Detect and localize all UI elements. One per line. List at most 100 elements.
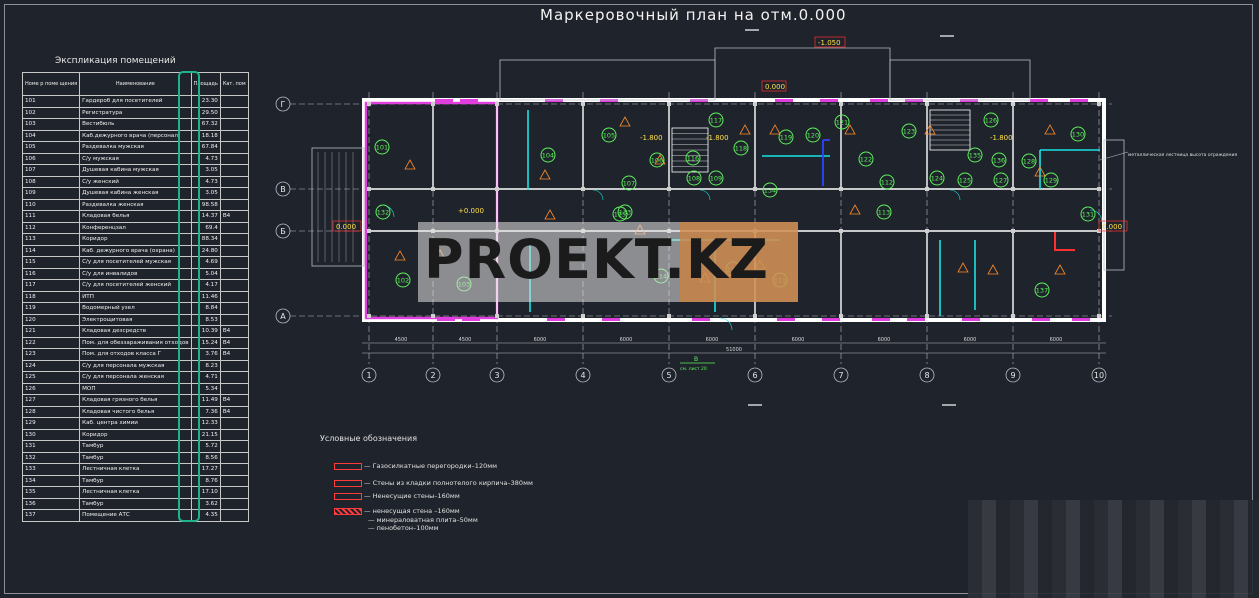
dimension-span: 6000	[534, 337, 547, 343]
room-label: 108	[688, 174, 700, 182]
column	[667, 102, 671, 106]
section-mark: В	[694, 356, 698, 363]
blurred-stamp	[968, 500, 1259, 598]
room-label: 113	[878, 208, 890, 216]
legend-swatch	[334, 462, 362, 470]
window-bottom	[907, 318, 925, 321]
legend-text: — ненесущая стена –160мм	[364, 507, 460, 515]
legend-text: — Газосилкатные перегородки–120мм	[364, 462, 498, 470]
category-triangle-icon	[404, 159, 416, 170]
column	[839, 102, 843, 106]
column	[925, 187, 929, 191]
room-label: 136	[993, 156, 1005, 164]
door-swing	[592, 189, 604, 201]
elevation-ramp: 0.000	[765, 83, 785, 91]
room-label: 122	[860, 155, 872, 163]
elevation-mid: -1.800	[706, 134, 729, 142]
window-bottom	[822, 318, 840, 321]
window-top	[820, 99, 838, 102]
grid-axis-number: 3	[494, 371, 499, 380]
column	[431, 102, 435, 106]
category-triangle-icon	[739, 124, 751, 135]
legend-item: — Газосилкатные перегородки–120мм	[334, 462, 497, 470]
room-label: 137	[1036, 286, 1048, 294]
room-label: 109	[710, 174, 722, 182]
column	[1011, 187, 1015, 191]
legend-item: — Стены из кладки полнотелого кирпича–38…	[334, 479, 533, 487]
room-label: 127	[995, 176, 1007, 184]
category-triangle-icon	[394, 250, 406, 261]
column	[431, 187, 435, 191]
category-triangle-icon	[987, 264, 999, 275]
elevation-stair-left: -1.800	[640, 134, 663, 142]
room-label: 123	[903, 127, 915, 135]
window-top	[545, 99, 563, 102]
column	[495, 314, 499, 318]
category-triangle-icon	[957, 262, 969, 273]
elevation-entrance-right: 0.000	[1102, 223, 1122, 231]
room-label: 125	[959, 176, 971, 184]
column	[431, 314, 435, 318]
window-bottom	[1072, 318, 1090, 321]
column	[1011, 102, 1015, 106]
column	[495, 187, 499, 191]
window-top	[690, 99, 708, 102]
room-label: 104	[542, 151, 554, 159]
column	[925, 314, 929, 318]
window-bottom	[777, 318, 795, 321]
dimension-span: 6000	[964, 337, 977, 343]
dimension-span: 6000	[706, 337, 719, 343]
column	[581, 102, 585, 106]
dimension-span: 6000	[792, 337, 805, 343]
legend-swatch	[334, 507, 362, 515]
left-ramp	[311, 147, 365, 267]
grid-axis-letter: А	[280, 312, 286, 321]
partition-blue	[822, 139, 830, 186]
dimension-span: 6000	[1050, 337, 1063, 343]
window-top	[960, 99, 978, 102]
room-label: 128	[1023, 157, 1035, 165]
dimension-span: 6000	[620, 337, 633, 343]
room-label: 131	[1082, 210, 1094, 218]
window-top	[905, 99, 923, 102]
room-label: 121	[836, 118, 848, 126]
category-triangle-icon	[544, 209, 556, 220]
room-label: 112	[881, 178, 893, 186]
legend-text: — минераловатная плита–50мм	[368, 516, 478, 524]
window-top	[435, 99, 453, 102]
column	[839, 229, 843, 233]
legend-item: — минераловатная плита–50мм	[368, 516, 478, 524]
column	[367, 314, 371, 318]
legend-text: — Стены из кладки полнотелого кирпича–38…	[364, 479, 533, 487]
room-label: 118	[735, 144, 747, 152]
grid-axis-number: 1	[366, 371, 371, 380]
column	[753, 314, 757, 318]
room-label: 135	[969, 151, 981, 159]
window-bottom	[962, 318, 980, 321]
room-label: 105	[603, 131, 615, 139]
room-label: 134	[764, 186, 776, 194]
elevation-top: -1.050	[818, 39, 841, 47]
top-porch-left	[499, 59, 716, 101]
window-bottom	[872, 318, 890, 321]
top-porch-right	[889, 59, 1031, 101]
window-bottom	[547, 318, 565, 321]
room-label: 124	[931, 174, 943, 182]
column	[1097, 314, 1101, 318]
grid-axis-number: 5	[666, 371, 671, 380]
legend-swatch	[334, 492, 362, 500]
dimension-span: 4500	[395, 337, 408, 343]
door-swing	[949, 189, 961, 201]
category-triangle-icon	[539, 169, 551, 180]
category-triangle-icon	[1044, 124, 1056, 135]
door-swing	[699, 189, 711, 201]
room-label: 132	[377, 208, 389, 216]
room-label: 101	[376, 143, 388, 151]
partition-red	[1054, 232, 1075, 251]
room-label: 116	[687, 154, 699, 162]
room-label: 126	[985, 116, 997, 124]
grid-axis-letter: Г	[281, 100, 286, 109]
column	[1011, 314, 1015, 318]
category-triangle-icon	[1054, 264, 1066, 275]
column	[1011, 229, 1015, 233]
